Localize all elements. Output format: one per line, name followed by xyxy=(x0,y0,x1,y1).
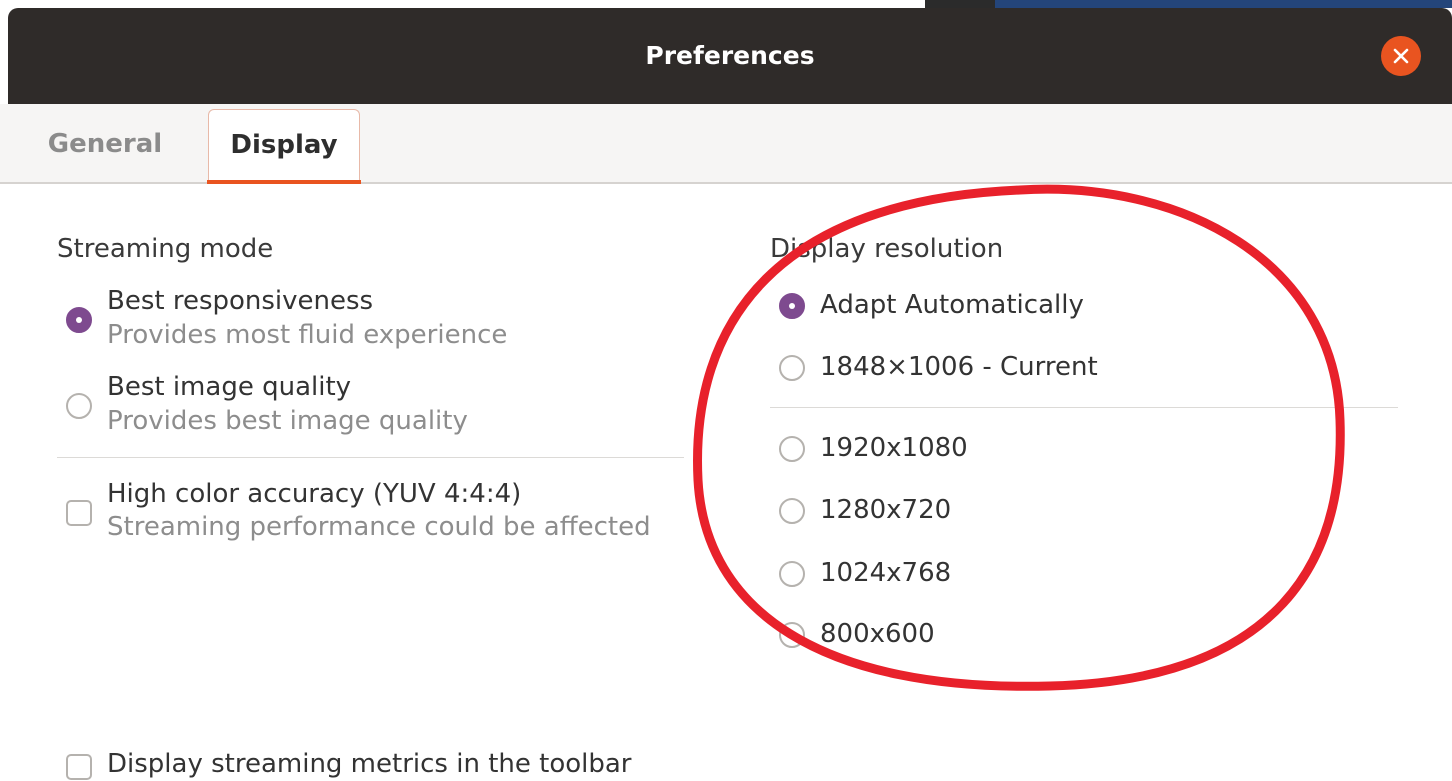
best-image-quality-description: Provides best image quality xyxy=(107,406,468,436)
resolution-label-1920x1080[interactable]: 1920x1080 xyxy=(820,433,968,463)
resolution-label-1024x768[interactable]: 1024x768 xyxy=(820,558,951,588)
best-image-quality-label[interactable]: Best image quality xyxy=(107,372,351,402)
streaming-mode-title: Streaming mode xyxy=(57,234,274,264)
resolution-radio-1920x1080[interactable] xyxy=(779,436,805,462)
resolution-radio-current[interactable] xyxy=(779,355,805,381)
resolution-label-800x600[interactable]: 800x600 xyxy=(820,619,935,649)
resolution-label-current[interactable]: 1848×1006 - Current xyxy=(820,352,1098,382)
tab-display[interactable]: Display xyxy=(207,109,361,184)
best-image-quality-radio[interactable] xyxy=(66,393,92,419)
window-title: Preferences xyxy=(645,41,815,70)
display-resolution-title: Display resolution xyxy=(770,234,1004,264)
desktop-strip-dark xyxy=(925,0,995,8)
streaming-metrics-label[interactable]: Display streaming metrics in the toolbar xyxy=(107,749,631,779)
high-color-accuracy-description: Streaming performance could be affected xyxy=(107,512,651,542)
titlebar: Preferences xyxy=(8,8,1452,104)
desktop-strip xyxy=(0,0,1452,8)
streaming-separator xyxy=(57,457,684,458)
best-responsiveness-description: Provides most fluid experience xyxy=(107,320,508,350)
resolution-separator xyxy=(770,407,1398,408)
close-icon xyxy=(1393,48,1409,64)
resolution-radio-1024x768[interactable] xyxy=(779,561,805,587)
resolution-radio-adapt[interactable] xyxy=(779,293,805,319)
best-responsiveness-radio[interactable] xyxy=(66,307,92,333)
tab-bar: General Display xyxy=(0,104,1452,184)
resolution-radio-1280x720[interactable] xyxy=(779,498,805,524)
best-responsiveness-label[interactable]: Best responsiveness xyxy=(107,286,373,316)
resolution-label-1280x720[interactable]: 1280x720 xyxy=(820,495,951,525)
high-color-accuracy-label[interactable]: High color accuracy (YUV 4:4:4) xyxy=(107,479,521,509)
tab-general[interactable]: General xyxy=(30,109,180,179)
desktop-strip-blue xyxy=(995,0,1452,8)
high-color-accuracy-checkbox[interactable] xyxy=(66,500,92,526)
close-button[interactable] xyxy=(1381,36,1421,76)
resolution-radio-800x600[interactable] xyxy=(779,622,805,648)
streaming-metrics-checkbox[interactable] xyxy=(66,754,92,780)
resolution-label-adapt[interactable]: Adapt Automatically xyxy=(820,290,1084,320)
